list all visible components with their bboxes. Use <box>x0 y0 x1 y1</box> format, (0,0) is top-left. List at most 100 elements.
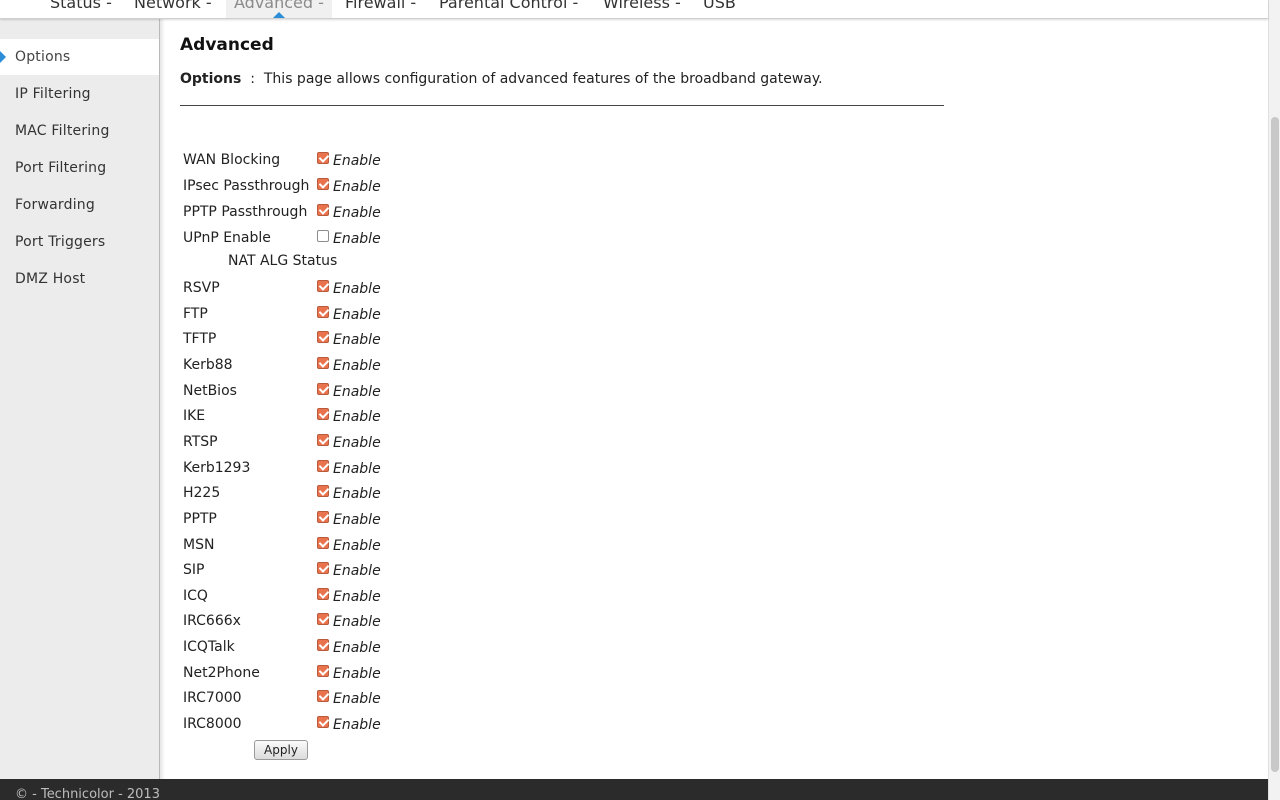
enable-label: Enable <box>333 434 381 451</box>
enable-checkbox[interactable] <box>317 510 329 523</box>
enable-checkbox[interactable] <box>317 280 329 292</box>
enable-label: Enable <box>333 306 381 323</box>
sidebar-item-forwarding[interactable]: Forwarding <box>0 187 159 223</box>
enable-checkbox[interactable] <box>317 204 329 216</box>
option-row-irc8000: IRC8000 Enable <box>183 715 423 739</box>
enable-checkbox[interactable] <box>317 178 329 190</box>
enable-label: Enable <box>333 281 381 297</box>
description-label: Options <box>180 71 242 87</box>
enable-checkbox[interactable] <box>317 331 329 344</box>
enable-label: Enable <box>333 640 381 657</box>
option-row-tftp: TFTP Enable <box>183 330 423 354</box>
option-row-msn: MSN Enable <box>183 536 423 560</box>
enable-checkbox[interactable] <box>317 230 329 242</box>
enable-label: Enable <box>333 691 381 708</box>
nav-tab-advanced-label: Advanced - <box>234 0 324 12</box>
enable-checkbox[interactable] <box>317 536 329 549</box>
option-label: Net2Phone <box>183 664 260 681</box>
sidebar-item-ip-filtering[interactable]: IP Filtering <box>0 76 159 112</box>
vertical-scrollbar[interactable] <box>1268 0 1280 800</box>
enable-checkbox[interactable] <box>317 152 329 164</box>
enable-label: Enable <box>333 179 381 195</box>
nav-tab-usb[interactable]: USB <box>695 0 744 18</box>
enable-checkbox[interactable] <box>317 485 329 498</box>
enable-checkbox[interactable] <box>317 356 329 369</box>
option-label: RTSP <box>183 433 218 450</box>
option-label: RSVP <box>183 280 220 296</box>
option-label: H225 <box>183 485 221 502</box>
nat-alg-heading: NAT ALG Status <box>228 253 338 269</box>
sidebar-item-options[interactable]: Options <box>0 39 159 75</box>
sidebar-item-label: Options <box>15 49 71 65</box>
top-navigation: Status - Network - Advanced - Firewall -… <box>0 0 1268 19</box>
enable-label: Enable <box>333 460 381 477</box>
enable-label: Enable <box>333 717 381 734</box>
option-row-ipsec-passthrough: IPsec Passthrough Enable <box>183 177 423 201</box>
enable-label: Enable <box>333 409 381 426</box>
nav-tab-wireless[interactable]: Wireless - <box>595 0 689 18</box>
apply-button[interactable]: Apply <box>254 740 308 760</box>
enable-label: Enable <box>333 511 381 528</box>
enable-checkbox[interactable] <box>317 639 329 652</box>
nav-tab-network[interactable]: Network - <box>126 0 220 18</box>
nav-tab-parental-control[interactable]: Parental Control - <box>431 0 586 18</box>
nav-tab-status[interactable]: Status - <box>42 0 120 18</box>
enable-checkbox[interactable] <box>317 562 329 575</box>
enable-checkbox[interactable] <box>317 613 329 626</box>
enable-checkbox[interactable] <box>317 459 329 472</box>
enable-checkbox[interactable] <box>317 664 329 677</box>
enable-checkbox[interactable] <box>317 716 329 729</box>
option-row-irc7000: IRC7000 Enable <box>183 689 423 713</box>
enable-checkbox[interactable] <box>317 382 329 395</box>
option-row-upnp-enable: UPnP Enable Enable <box>183 229 423 253</box>
option-row-sip: SIP Enable <box>183 561 423 585</box>
sidebar-item-mac-filtering[interactable]: MAC Filtering <box>0 113 159 149</box>
option-label: IPsec Passthrough <box>183 178 310 194</box>
option-label: UPnP Enable <box>183 230 271 246</box>
scrollbar-thumb[interactable] <box>1271 117 1279 772</box>
option-label: IKE <box>183 408 206 425</box>
option-row-kerb1293: Kerb1293 Enable <box>183 459 423 483</box>
option-row-kerb88: Kerb88 Enable <box>183 356 423 380</box>
enable-label: Enable <box>333 537 381 554</box>
sidebar-item-port-triggers[interactable]: Port Triggers <box>0 224 159 260</box>
enable-checkbox[interactable] <box>317 587 329 600</box>
enable-label: Enable <box>333 231 381 247</box>
enable-checkbox[interactable] <box>317 305 329 318</box>
option-row-wan-blocking: WAN Blocking Enable <box>183 151 423 175</box>
description-separator: : <box>250 71 255 87</box>
enable-checkbox[interactable] <box>317 408 329 421</box>
option-row-pptp: PPTP Enable <box>183 510 423 534</box>
option-label: ICQTalk <box>183 639 235 656</box>
nav-tab-advanced[interactable]: Advanced - <box>226 0 332 18</box>
enable-label: Enable <box>333 357 381 374</box>
option-row-rtsp: RTSP Enable <box>183 433 423 457</box>
footer: © - Technicolor - 2013 <box>0 779 1268 800</box>
option-label: Kerb88 <box>183 356 233 373</box>
enable-label: Enable <box>333 665 381 682</box>
nav-tab-firewall[interactable]: Firewall - <box>337 0 424 18</box>
enable-checkbox[interactable] <box>317 433 329 446</box>
option-row-pptp-passthrough: PPTP Passthrough Enable <box>183 203 423 227</box>
sidebar: Options IP Filtering MAC Filtering Port … <box>0 19 160 779</box>
option-row-irc666x: IRC666x Enable <box>183 612 423 636</box>
option-label: IRC8000 <box>183 716 242 733</box>
enable-label: Enable <box>333 205 381 221</box>
option-label: ICQ <box>183 587 208 604</box>
sidebar-item-port-filtering[interactable]: Port Filtering <box>0 150 159 186</box>
enable-label: Enable <box>333 383 381 400</box>
option-row-icqtalk: ICQTalk Enable <box>183 638 423 662</box>
enable-label: Enable <box>333 332 381 349</box>
option-label: FTP <box>183 305 208 322</box>
page-title: Advanced <box>180 35 274 55</box>
enable-label: Enable <box>333 486 381 503</box>
enable-label: Enable <box>333 563 381 580</box>
option-row-net2phone: Net2Phone Enable <box>183 664 423 688</box>
sidebar-shadow <box>159 19 165 779</box>
option-label: TFTP <box>183 331 217 348</box>
option-row-ftp: FTP Enable <box>183 305 423 329</box>
enable-checkbox[interactable] <box>317 690 329 703</box>
option-label: NetBios <box>183 382 237 399</box>
option-row-ike: IKE Enable <box>183 407 423 431</box>
sidebar-item-dmz-host[interactable]: DMZ Host <box>0 261 159 297</box>
